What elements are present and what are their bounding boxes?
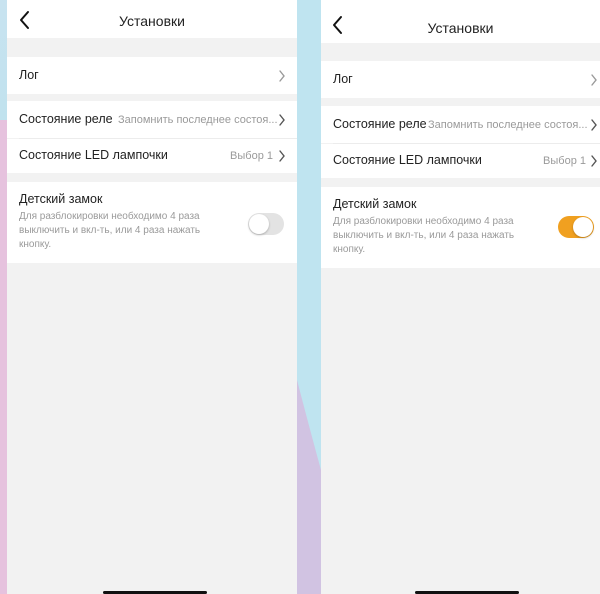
relay-state-value: Запомнить последнее состоя... — [428, 119, 588, 131]
relay-state-label: Состояние реле — [19, 112, 113, 126]
child-lock-toggle[interactable] — [248, 213, 284, 235]
chevron-right-icon — [279, 114, 285, 126]
led-state-row[interactable]: Состояние LED лампочки Выбор 1 — [321, 144, 600, 178]
log-row[interactable]: Лог — [7, 57, 297, 94]
relay-state-value: Запомнить последнее состоя... — [118, 114, 278, 126]
chevron-right-icon — [279, 150, 285, 162]
child-lock-title: Детский замок — [19, 192, 103, 206]
relay-state-label: Состояние реле — [333, 117, 427, 131]
toggle-knob — [249, 214, 269, 234]
led-state-label: Состояние LED лампочки — [19, 148, 168, 162]
navigation-bar: Установки — [321, 0, 600, 43]
log-row[interactable]: Лог — [321, 61, 600, 98]
led-state-row[interactable]: Состояние LED лампочки Выбор 1 — [7, 139, 297, 173]
log-label: Лог — [19, 68, 39, 82]
child-lock-toggle[interactable] — [558, 216, 594, 238]
relay-state-row[interactable]: Состояние реле Запомнить последнее состо… — [7, 101, 297, 138]
chevron-right-icon — [279, 70, 285, 82]
page-title: Установки — [427, 20, 494, 36]
child-lock-row: Детский замок Для разблокировки необходи… — [7, 182, 297, 263]
log-label: Лог — [333, 72, 353, 86]
child-lock-description: Для разблокировки необходимо 4 раза выкл… — [19, 211, 201, 250]
chevron-right-icon — [591, 119, 597, 131]
led-state-value: Выбор 1 — [230, 150, 273, 162]
child-lock-row: Детский замок Для разблокировки необходи… — [321, 187, 600, 268]
child-lock-description: Для разблокировки необходимо 4 раза выкл… — [333, 216, 515, 255]
page-title: Установки — [119, 13, 185, 29]
toggle-knob — [573, 217, 593, 237]
chevron-right-icon — [591, 155, 597, 167]
relay-state-row[interactable]: Состояние реле Запомнить последнее состо… — [321, 106, 600, 143]
led-state-value: Выбор 1 — [543, 155, 586, 167]
led-state-label: Состояние LED лампочки — [333, 153, 482, 167]
child-lock-title: Детский замок — [333, 197, 417, 211]
settings-screen-right: Установки Лог Состояние реле Запомнить п… — [321, 0, 600, 594]
navigation-bar: Установки — [7, 0, 297, 38]
chevron-right-icon — [591, 74, 597, 86]
settings-screen-left: Установки Лог Состояние реле Запомнить п… — [7, 0, 297, 594]
